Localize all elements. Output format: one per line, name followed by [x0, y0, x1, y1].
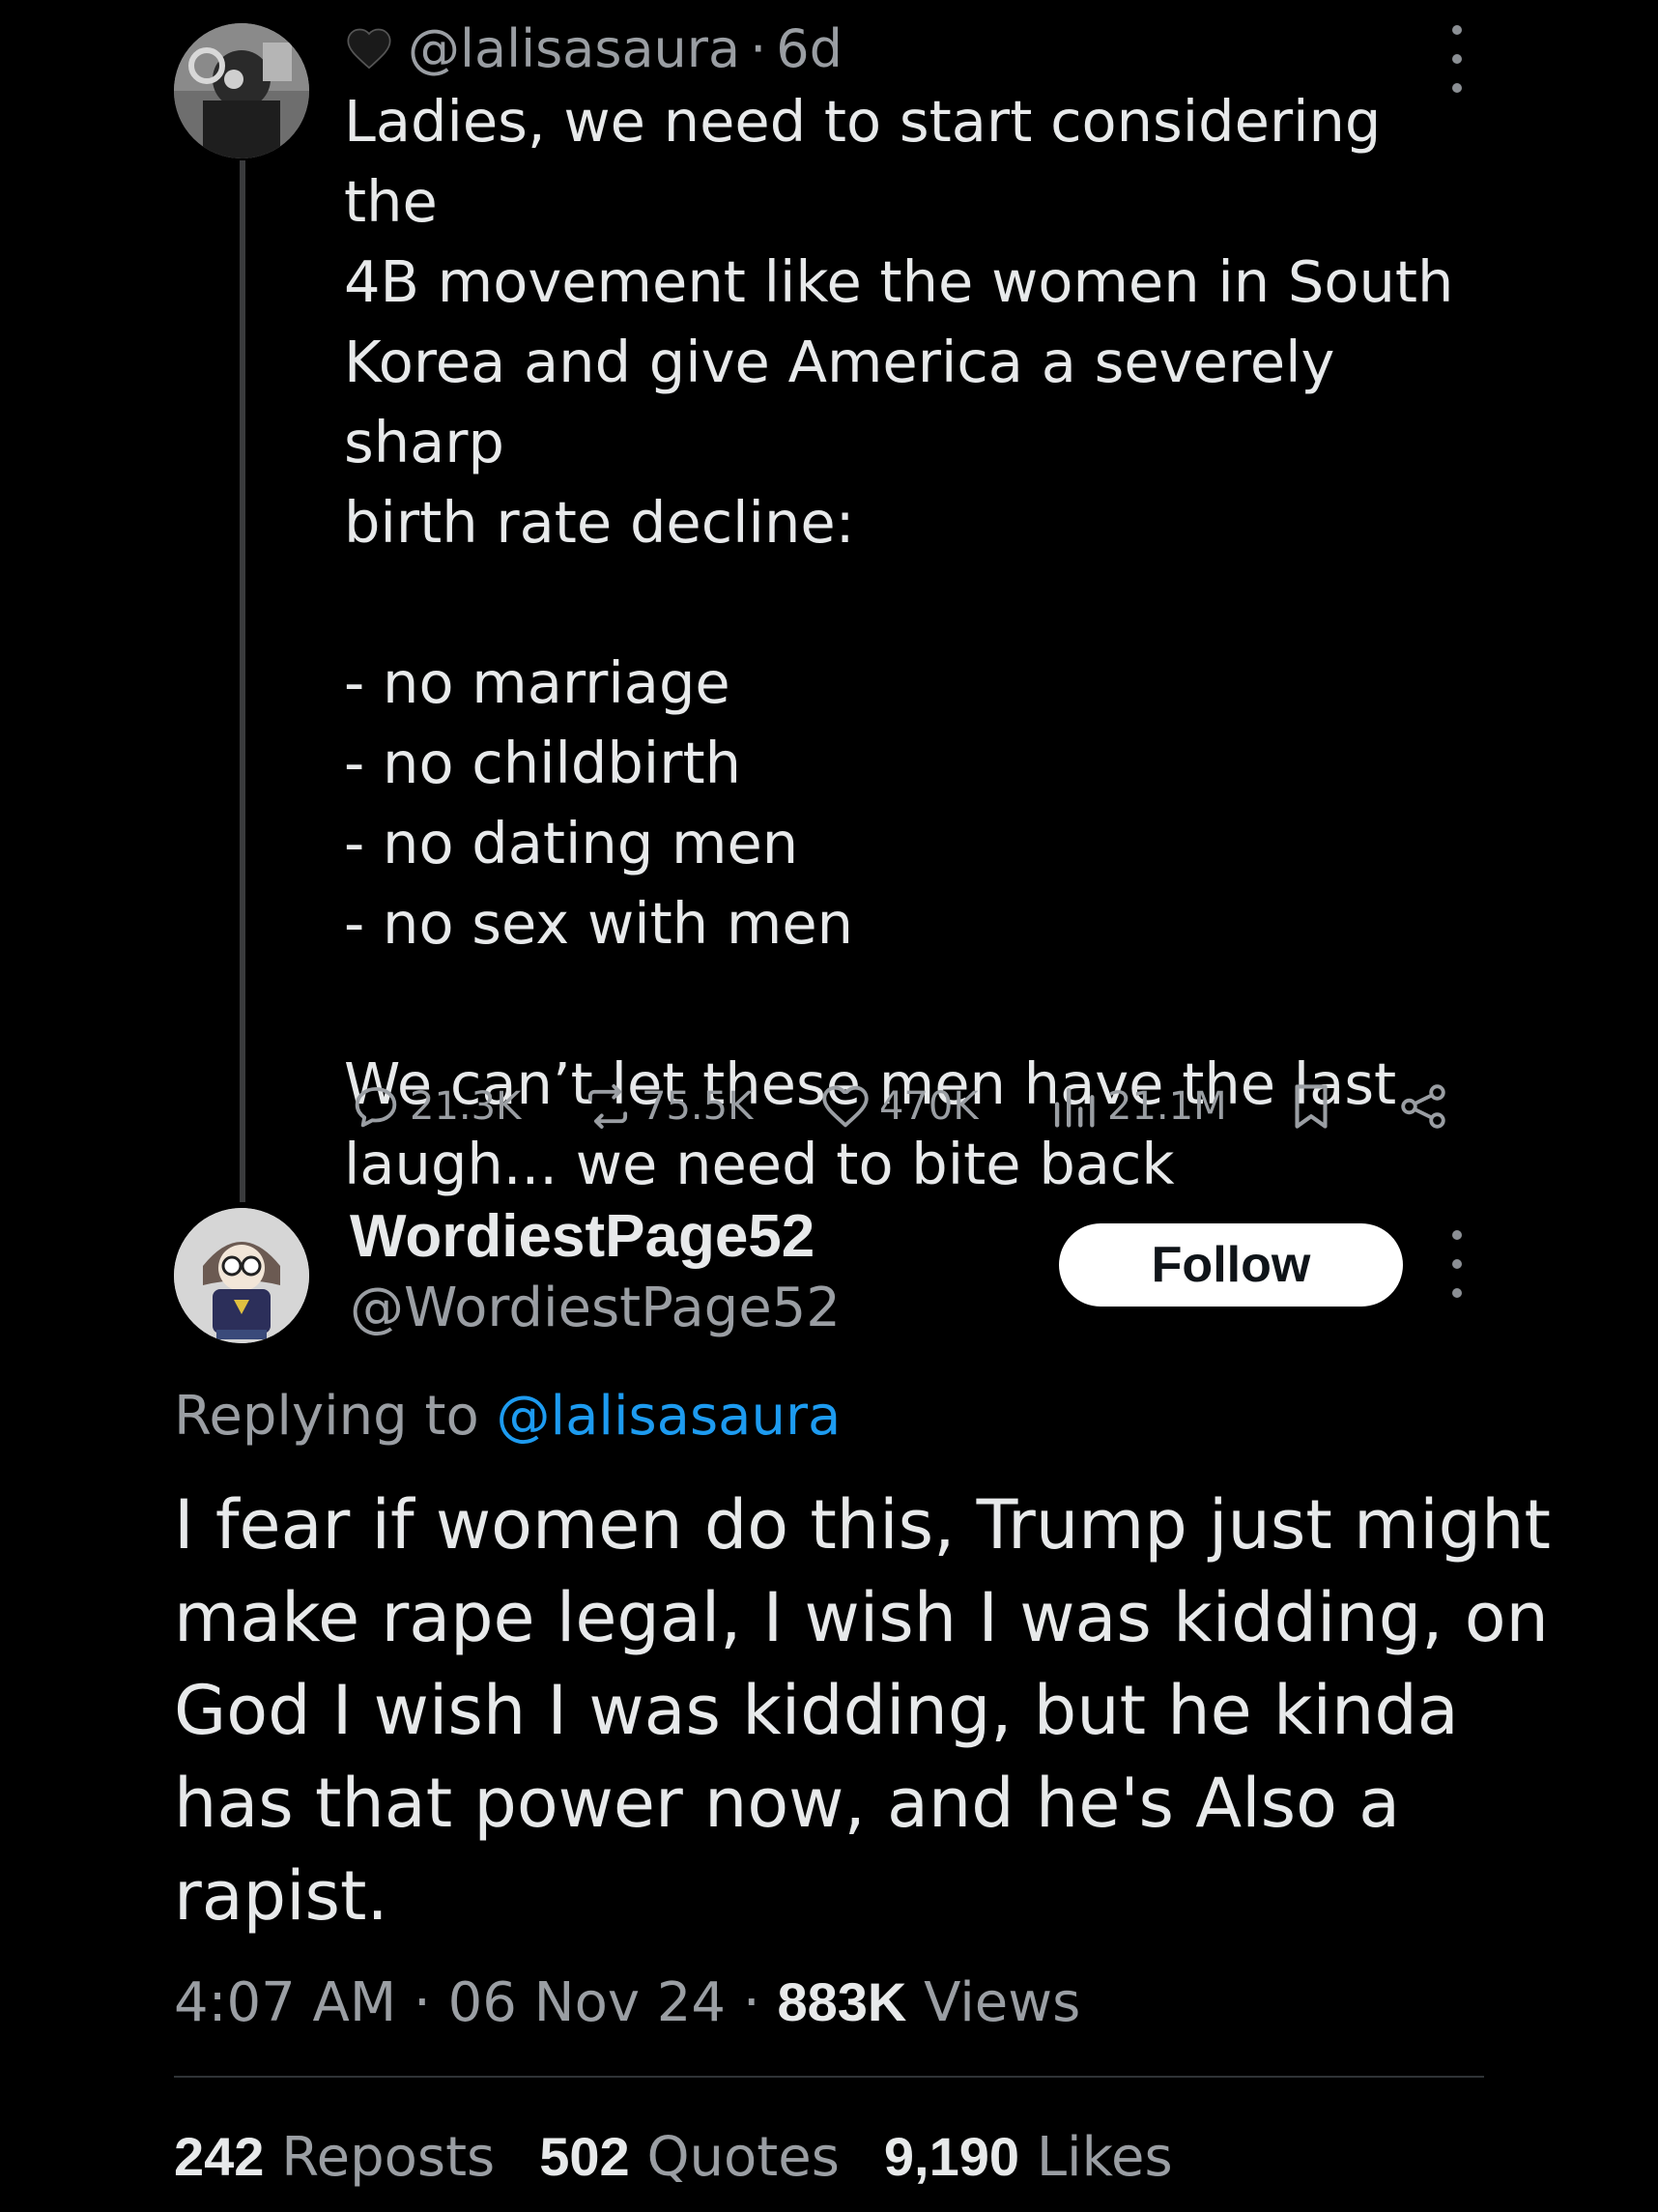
header-separator: · — [750, 17, 767, 79]
reply-text-line: make rape legal, I wish I was kidding, o… — [174, 1578, 1549, 1657]
parent-text-line: - no marriage — [344, 649, 730, 716]
reposts-count: 242 — [174, 2126, 265, 2187]
bookmark-icon — [1295, 1084, 1328, 1129]
tweet-date[interactable]: 06 Nov 24 — [448, 1971, 726, 2034]
parent-action-bar: 21.3K 75.5K 470K 21.1M — [348, 1073, 1459, 1140]
parent-text-line: Ladies, we need to start considering the — [344, 88, 1400, 235]
black-heart-emoji-icon — [347, 28, 391, 70]
share-nodes-icon — [1401, 1084, 1445, 1129]
parent-text-line: - no childbirth — [344, 730, 741, 796]
tweet-timestamp-line: 4:07 AM · 06 Nov 24 · 883K Views — [174, 1962, 1080, 2044]
quotes-label: Quotes — [646, 2126, 840, 2189]
views-button[interactable]: 21.1M — [1045, 1078, 1227, 1135]
parent-text-line: birth rate decline: — [344, 489, 855, 556]
parent-text-line: - no sex with men — [344, 890, 854, 957]
reply-more-options-icon[interactable] — [1445, 1230, 1469, 1298]
tweet-time[interactable]: 4:07 AM — [174, 1971, 396, 2034]
reply-button[interactable]: 21.3K — [348, 1078, 521, 1135]
reply-text-line: rapist. — [174, 1856, 388, 1936]
views-bar-chart-icon — [1054, 1087, 1095, 1128]
tweet-thread-view: @lalisasaura · 6d Ladies, we need to sta… — [0, 0, 1658, 2212]
replying-to-prefix: Replying to — [174, 1385, 497, 1448]
follow-button[interactable]: Follow — [1059, 1223, 1403, 1307]
like-count: 470K — [879, 1084, 979, 1129]
views-count-total: 883K — [777, 1971, 907, 2032]
parent-text-line: Korea and give America a severely sharp — [344, 329, 1354, 475]
repost-arrows-icon — [587, 1084, 628, 1129]
reposts-label: Reposts — [281, 2126, 496, 2189]
reply-avatar[interactable] — [174, 1208, 309, 1343]
parent-handle[interactable]: @lalisasaura — [408, 18, 740, 79]
reply-count: 21.3K — [410, 1084, 522, 1129]
thread-connector-line — [240, 160, 245, 1202]
reply-bubble-icon — [355, 1086, 397, 1128]
views-count: 21.1M — [1107, 1084, 1227, 1129]
likes-label: Likes — [1036, 2126, 1173, 2189]
likes-count: 9,190 — [883, 2126, 1020, 2187]
parent-tweet-header: @lalisasaura · 6d — [344, 14, 843, 83]
stats-divider — [174, 2076, 1484, 2078]
replying-to-handle-link[interactable]: @lalisasaura — [497, 1385, 842, 1448]
parent-tweet-text: Ladies, we need to start considering the… — [344, 81, 1484, 1204]
replying-to-line: Replying to @lalisasaura — [174, 1376, 841, 1457]
reply-display-name[interactable]: WordiestPage52 — [350, 1198, 815, 1276]
bookmark-button[interactable] — [1283, 1078, 1345, 1135]
quotes-count: 502 — [539, 2126, 630, 2187]
reposts-stat[interactable]: 242 Reposts — [174, 2116, 495, 2198]
heart-outline-icon — [822, 1085, 869, 1128]
share-button[interactable] — [1395, 1078, 1457, 1135]
cartoon-character-avatar-icon — [174, 1208, 309, 1343]
reply-text-line: I fear if women do this, Trump just migh… — [174, 1485, 1551, 1565]
repost-count: 75.5K — [642, 1084, 754, 1129]
quotes-stat[interactable]: 502 Quotes — [539, 2116, 840, 2198]
meta-separator: · — [742, 1971, 760, 2034]
meta-separator: · — [414, 1971, 431, 2034]
reply-text-line: God I wish I was kidding, but he kinda — [174, 1671, 1459, 1750]
parent-age[interactable]: 6d — [776, 18, 843, 79]
user-photo-avatar-icon — [174, 23, 309, 158]
repost-button[interactable]: 75.5K — [580, 1078, 753, 1135]
reply-text-line: has that power now, and he's Also a — [174, 1764, 1401, 1843]
engagement-stats: 242 Reposts 502 Quotes 9,190 Likes — [174, 2116, 1217, 2198]
reply-handle[interactable]: @WordiestPage52 — [350, 1272, 841, 1345]
reply-tweet-text: I fear if women do this, Trump just migh… — [174, 1479, 1551, 1942]
views-label: Views — [924, 1971, 1081, 2034]
like-button[interactable]: 470K — [817, 1078, 979, 1135]
parent-avatar[interactable] — [174, 23, 309, 158]
parent-text-line: 4B movement like the women in South — [344, 248, 1454, 315]
likes-stat[interactable]: 9,190 Likes — [884, 2116, 1173, 2198]
parent-text-line: - no dating men — [344, 810, 799, 876]
